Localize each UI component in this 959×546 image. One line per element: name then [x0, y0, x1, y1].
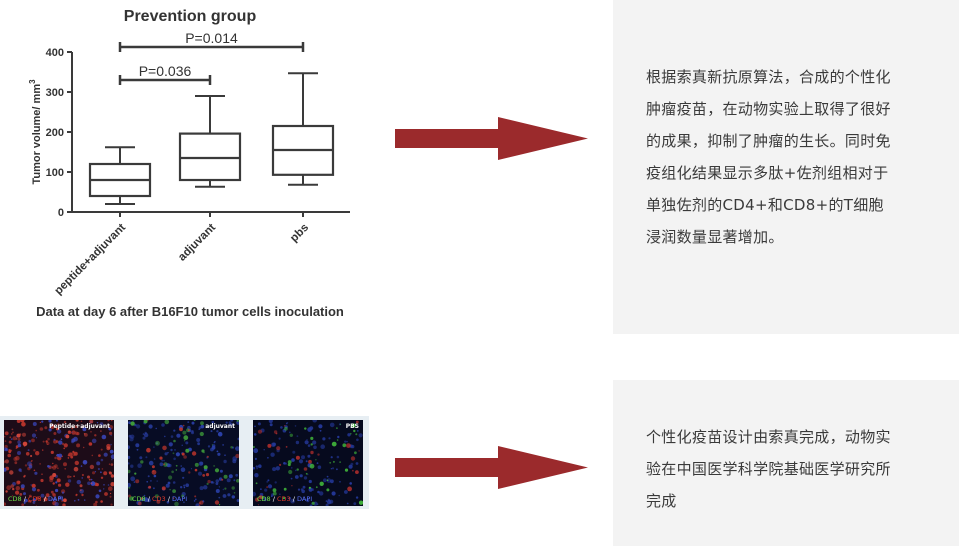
y-tick-label: 300: [46, 87, 64, 99]
results-line: 单独佐剂的CD4+和CD8+的T细胞: [646, 196, 884, 214]
stain-cd8: CD8: [8, 495, 22, 503]
results-line: 根据索真新抗原算法，合成的个性化: [646, 68, 891, 86]
micrograph-tag: Peptide+adjuvant: [49, 423, 110, 430]
y-tick-label: 400: [46, 47, 64, 59]
micrograph-tag: PBS: [345, 423, 359, 430]
micrograph-adjuvant: adjuvant CD8 / CD3 / DAPI: [128, 420, 239, 506]
stain-cd3: CD3: [152, 495, 166, 503]
micrograph-texture: [128, 420, 239, 506]
stain-legend: CD8 / CD3 / DAPI: [257, 495, 312, 503]
stain-cd8: CD8: [257, 495, 271, 503]
micrograph-texture: [253, 420, 363, 506]
immunofluorescence-images: Peptide+adjuvant CD8 / CD3 / DAPI adjuva…: [0, 416, 369, 509]
stain-dapi: DAPI: [297, 495, 313, 503]
results-line: 浸润数量显著增加。: [646, 228, 784, 246]
micrograph-tag: adjuvant: [205, 423, 235, 430]
stain-cd3: CD3: [28, 495, 42, 503]
results-line: 的成果，抑制了肿瘤的生长。同时免: [646, 132, 891, 150]
chart-svg: Prevention group Tumor volume/ mm3 Data …: [28, 8, 350, 319]
results-line: 疫组化结果显示多肽+佐剂组相对于: [646, 164, 889, 182]
micrograph-texture: [4, 420, 114, 506]
plot-area: 0 100 200 300 400 peptide+adjuvant adjuvant pbs…: [46, 30, 350, 297]
x-tick-label: pbs: [288, 222, 311, 245]
credits-line: 个性化疫苗设计由索真完成，动物实: [646, 428, 891, 446]
stain-dapi: DAPI: [48, 495, 64, 503]
micrograph-peptide-adjuvant: Peptide+adjuvant CD8 / CD3 / DAPI: [4, 420, 114, 506]
x-axis-label: Data at day 6 after B16F10 tumor cells i…: [36, 304, 344, 319]
y-axis-label: Tumor volume/ mm3: [28, 79, 43, 185]
stain-dapi: DAPI: [172, 495, 188, 503]
description-card-results: 根据索真新抗原算法，合成的个性化 肿瘤疫苗，在动物实验上取得了很好 的成果，抑制…: [613, 0, 959, 334]
micrograph-pbs: PBS CD8 / CD3 / DAPI: [253, 420, 363, 506]
results-line: 肿瘤疫苗，在动物实验上取得了很好: [646, 100, 891, 118]
credits-text: 个性化疫苗设计由索真完成，动物实 验在中国医学科学院基础医学研究所 完成: [646, 421, 891, 517]
x-tick-label: adjuvant: [176, 222, 218, 264]
x-tick-label: peptide+adjuvant: [53, 222, 129, 298]
box-plot-chart: Prevention group Tumor volume/ mm3 Data …: [0, 0, 380, 330]
stain-cd8: CD8: [132, 495, 146, 503]
y-tick-label: 100: [46, 167, 64, 179]
right-arrow-icon: [395, 117, 588, 160]
credits-line: 完成: [646, 492, 677, 510]
p-value-label: P=0.014: [185, 30, 238, 46]
y-tick-label: 0: [58, 207, 64, 219]
credits-line: 验在中国医学科学院基础医学研究所: [646, 460, 891, 478]
stain-legend: CD8 / CD3 / DAPI: [132, 495, 187, 503]
stain-cd3: CD3: [277, 495, 291, 503]
p-value-label: P=0.036: [139, 63, 192, 79]
right-arrow-icon: [395, 446, 588, 489]
stain-legend: CD8 / CD3 / DAPI: [8, 495, 63, 503]
results-text: 根据索真新抗原算法，合成的个性化 肿瘤疫苗，在动物实验上取得了很好 的成果，抑制…: [646, 61, 891, 253]
y-tick-label: 200: [46, 127, 64, 139]
description-card-credits: 个性化疫苗设计由索真完成，动物实 验在中国医学科学院基础医学研究所 完成: [613, 380, 959, 546]
box-body: [178, 132, 242, 182]
chart-title: Prevention group: [124, 8, 257, 25]
